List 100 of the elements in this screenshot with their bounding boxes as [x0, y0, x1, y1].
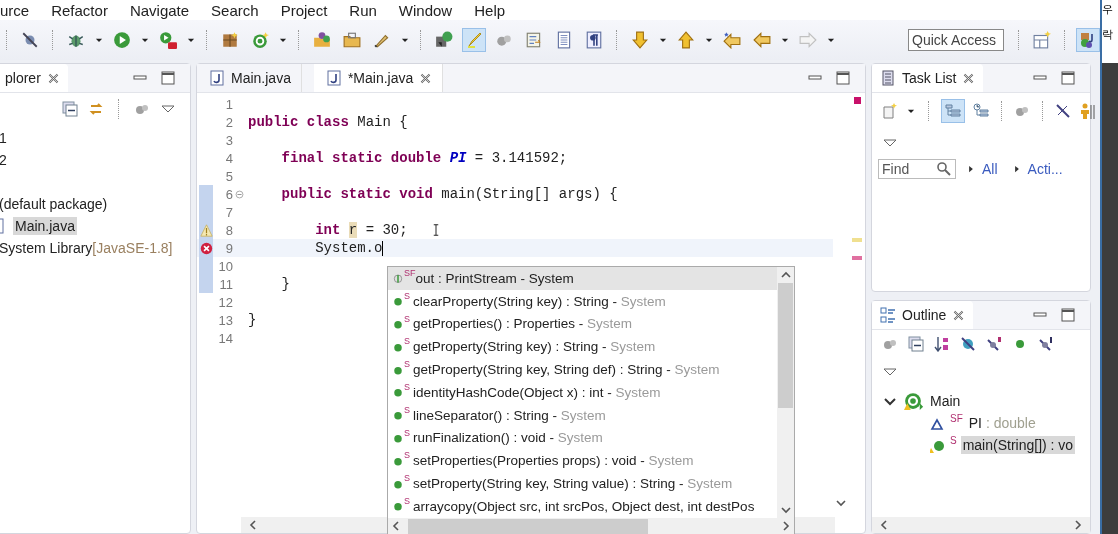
hide-static-icon[interactable] [986, 336, 1002, 352]
categorized-toggle-button[interactable] [941, 99, 965, 123]
new-class-icon[interactable] [251, 31, 269, 49]
tree-item[interactable]: Main.java [13, 217, 77, 235]
scrollbar[interactable] [388, 517, 794, 534]
completion-item[interactable]: S getProperty(String key, String def) : String - System [388, 358, 777, 381]
editor-tab[interactable]: Main.java [197, 64, 302, 92]
tree-item[interactable]: System Library[JavaSE-1.8] [0, 239, 175, 257]
line-number: 11 [219, 276, 233, 292]
scheduled-list-icon[interactable] [973, 103, 989, 119]
outline-icon [880, 307, 896, 323]
find-field[interactable]: Find [878, 159, 956, 179]
java-perspective-button[interactable] [1076, 28, 1100, 52]
up-arrow-icon[interactable] [677, 31, 695, 49]
hide-fields-icon[interactable] [960, 336, 976, 352]
folder-icon[interactable] [343, 31, 361, 49]
completion-item[interactable]: S lineSeparator() : String - System [388, 403, 777, 427]
task-list-icon [880, 70, 896, 86]
maximize-icon[interactable] [160, 70, 176, 86]
sort-icon[interactable] [934, 336, 950, 352]
menu-item[interactable]: urce [0, 1, 41, 19]
completion-item[interactable]: S arraycopy(Object src, int srcPos, Object dest, int destPos [388, 494, 777, 518]
window-text: 우 [1102, 3, 1114, 16]
code-line: } [280, 276, 290, 292]
close-icon[interactable] [419, 71, 433, 85]
view-tab[interactable]: Task List [872, 64, 984, 92]
completion-item[interactable]: S setProperty(String key, String value) : String - System [388, 472, 777, 495]
menu-item[interactable]: Window [387, 1, 464, 19]
close-icon[interactable] [962, 71, 976, 85]
scrollbar[interactable] [777, 267, 794, 518]
java-perspective-icon [1080, 32, 1096, 48]
class-icon [902, 392, 924, 410]
document-icon[interactable] [555, 31, 573, 49]
code-line: public static void main(String[] args) { [280, 186, 618, 202]
code-line: int r = 30; [314, 222, 408, 238]
line-number: 1 [225, 96, 233, 112]
tree-item[interactable]: Main [928, 392, 963, 410]
overview-marker[interactable] [852, 256, 862, 260]
tree-item[interactable]: 1 [0, 129, 9, 147]
line-number: 12 [218, 294, 233, 310]
modifier-label: SF [950, 413, 963, 424]
back-arrow-icon[interactable] [753, 31, 771, 49]
document-icon[interactable] [525, 31, 543, 49]
pin-icon[interactable] [21, 31, 39, 49]
menu-item[interactable]: Project [269, 1, 339, 19]
highlight-toggle-button[interactable] [462, 28, 486, 52]
filter-link[interactable]: Acti... [1027, 161, 1063, 177]
collapse-all-icon[interactable] [908, 336, 924, 352]
line-number: 4 [225, 150, 233, 166]
line-number: 9 [225, 240, 233, 256]
method-icon [392, 386, 404, 399]
menu-item[interactable]: Refactor [40, 1, 119, 19]
tree-item[interactable]: (default package) [0, 195, 110, 213]
maximize-icon[interactable] [835, 70, 851, 86]
line-number: 14 [218, 330, 233, 346]
package-icon[interactable] [221, 31, 239, 49]
menu-item[interactable]: Help [463, 1, 517, 19]
completion-item[interactable]: S runFinalization() : void - System [388, 426, 777, 450]
completion-item[interactable]: S setProperties(Properties props) : void - System [388, 449, 777, 473]
overview-marker[interactable] [852, 238, 862, 242]
maximize-icon[interactable] [1060, 307, 1076, 323]
code-line: public class Main { [248, 114, 408, 130]
task-icon[interactable] [435, 31, 453, 49]
folder-icon[interactable] [313, 31, 331, 49]
line-number: 13 [218, 312, 233, 328]
collapse-all-icon[interactable] [62, 101, 78, 117]
back-arrow-icon[interactable] [723, 31, 741, 49]
perspective-icon[interactable] [1033, 31, 1051, 49]
quick-access-field[interactable]: Quick Access [908, 29, 1004, 51]
pilcrow-icon[interactable] [585, 31, 603, 49]
completion-item[interactable]: S identityHashCode(Object x) : int - System [388, 381, 777, 404]
line-number: 2 [225, 114, 233, 130]
menu-item[interactable]: Search [200, 1, 270, 19]
hide-completed-icon[interactable] [1055, 103, 1071, 119]
tree-item[interactable]: PI : double [966, 414, 1038, 432]
person-icon[interactable] [1079, 103, 1095, 119]
link-icon[interactable] [88, 101, 104, 117]
run-icon[interactable] [113, 31, 131, 49]
java-file-icon [209, 70, 225, 86]
down-arrow-icon[interactable] [631, 31, 649, 49]
menu-item[interactable]: Navigate [118, 1, 201, 19]
completion-item[interactable]: S getProperty(String key) : String - System [388, 335, 777, 359]
completion-item[interactable]: S getProperties() : Properties - System [388, 312, 777, 336]
view-tab[interactable]: Outline [872, 301, 974, 329]
editor-tab[interactable]: *Main.java [313, 64, 444, 92]
close-icon[interactable] [46, 71, 60, 85]
filter-link[interactable]: All [982, 161, 998, 177]
java-file-icon [325, 70, 342, 86]
run-tool-icon[interactable] [159, 31, 177, 49]
view-tab[interactable]: plorer [0, 64, 68, 92]
menu-item[interactable]: Run [338, 1, 388, 19]
scrollbar[interactable] [872, 517, 1090, 533]
close-icon[interactable] [952, 308, 966, 322]
line-number: 6 [225, 186, 233, 202]
hide-local-icon[interactable] [1038, 336, 1054, 352]
completion-item[interactable]: S clearProperty(String key) : String - System [388, 289, 777, 313]
tree-item[interactable]: 2 [0, 151, 9, 169]
tree-item[interactable]: main(String[]) : vo [960, 436, 1076, 454]
highlighter-icon [466, 32, 482, 48]
maximize-icon[interactable] [1060, 70, 1076, 86]
